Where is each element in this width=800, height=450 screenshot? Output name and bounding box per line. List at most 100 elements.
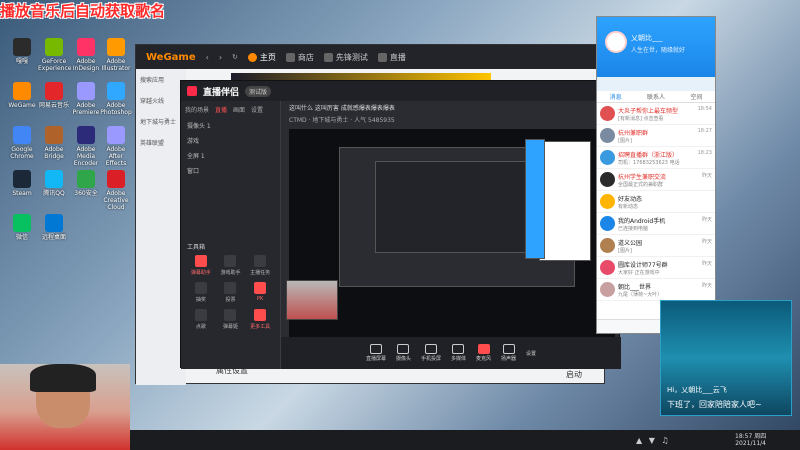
tool-button[interactable]: 更多工具: [246, 309, 274, 330]
desktop-icon-label: Adobe InDesign: [72, 58, 100, 72]
tab-picture[interactable]: 画面: [233, 105, 245, 114]
message-text: 圆库设计师77号群 大家好 正在游戏中: [618, 260, 712, 276]
tool-button[interactable]: 弹幕助手: [187, 255, 215, 276]
live-bar-button[interactable]: 摄像头: [396, 344, 411, 362]
sidebar-item[interactable]: 穿越火线: [136, 90, 186, 111]
scene-item[interactable]: 摄像头 1: [181, 118, 280, 133]
desktop-icon-label: Adobe Bridge: [44, 146, 64, 160]
desktop-icon[interactable]: Adobe Bridge: [38, 126, 70, 160]
tab-live[interactable]: 直播: [215, 105, 227, 114]
live-bar-label: 扬声器: [501, 356, 517, 362]
list-item[interactable]: 招聘直播群（浙江版） 司机：17683253623 电话 18:23: [597, 147, 715, 169]
desktop-icon[interactable]: 腾讯QQ: [38, 170, 70, 197]
avatar: [600, 216, 615, 231]
tool-label: 更多工具: [250, 324, 271, 330]
live-bar-label: 多媒体: [450, 356, 466, 362]
desktop-icon[interactable]: Adobe Illustrator: [100, 38, 132, 72]
notification-greeting: Hi，乂朝比___云飞: [667, 386, 727, 394]
message-time: 昨天: [701, 261, 712, 267]
desktop-icon[interactable]: GeForce Experience: [38, 38, 72, 72]
tool-button[interactable]: 游戏助手: [217, 255, 245, 276]
desktop-icon[interactable]: Adobe Media Encoder: [70, 126, 102, 167]
live-bar-button[interactable]: 手机投屏: [421, 344, 441, 362]
list-item[interactable]: 我的Android手机 已连接到电脑 昨天: [597, 213, 715, 235]
qq-search-input[interactable]: [597, 77, 715, 91]
live-bar-button[interactable]: 麦克风: [476, 344, 491, 362]
tool-label: PK: [257, 296, 264, 302]
settings-button[interactable]: 设置: [526, 350, 536, 357]
desktop-icon-label: GeForce Experience: [38, 58, 72, 72]
list-item[interactable]: 朝比___世界 九尾（薄荷~大叶） 昨天: [597, 279, 715, 301]
live-bar-button[interactable]: 多媒体: [451, 344, 466, 362]
message-time: 昨天: [701, 283, 712, 289]
desktop-icon-label: 远程桌面: [41, 234, 66, 241]
clock[interactable]: 18:57 周四 2021/11/4: [735, 433, 766, 447]
tool-button[interactable]: PK: [246, 282, 274, 303]
notification-popup[interactable]: Hi，乂朝比___云飞 下班了，回家陪陪家人吧~: [660, 300, 792, 416]
live-bar-icon: [424, 344, 437, 354]
desktop-icon-label: 网易云音乐: [38, 102, 69, 109]
tab-contacts[interactable]: 联系人: [647, 92, 665, 101]
tray-icons[interactable]: ▲ ▼ ♫: [636, 436, 671, 445]
list-item[interactable]: 好友动态 有新动态: [597, 191, 715, 213]
sidebar-item[interactable]: 英雄联盟: [136, 132, 186, 153]
list-item[interactable]: 圆库设计师77号群 大家好 正在游戏中 昨天: [597, 257, 715, 279]
launch-button[interactable]: 启动: [566, 369, 582, 380]
avatar: [600, 150, 615, 165]
back-icon[interactable]: ‹: [206, 53, 209, 62]
tool-button[interactable]: 弹幕姬: [217, 309, 245, 330]
message-preview: 九尾（薄荷~大叶）: [618, 291, 663, 298]
tab-pioneer[interactable]: 先锋测试: [323, 52, 368, 63]
tab-space[interactable]: 空间: [690, 92, 702, 101]
desktop-icon-label: Adobe Photoshop: [100, 102, 132, 116]
tab-store[interactable]: 商店: [285, 52, 314, 63]
list-item[interactable]: 大炎子帮你上最车频型 [有新消息] 点击查看 18:54: [597, 103, 715, 125]
live-bar-icon: [397, 344, 410, 354]
clock-date: 2021/11/4: [735, 440, 766, 447]
desktop-icon[interactable]: 远程桌面: [38, 214, 70, 241]
list-item[interactable]: 杭州学生兼职交流 全国最正式的兼职群 昨天: [597, 169, 715, 191]
list-item[interactable]: 道义公园 [图片] 昨天: [597, 235, 715, 257]
scene-item[interactable]: 全屏 1: [181, 148, 280, 163]
live-logo: 直播伴侣: [203, 87, 240, 98]
app-icon: [77, 170, 95, 188]
tab-messages[interactable]: 消息: [610, 92, 622, 101]
tab-settings[interactable]: 设置: [251, 105, 263, 114]
qq-signature[interactable]: 人生在世，随缘就好: [631, 45, 685, 54]
forward-icon[interactable]: ›: [219, 53, 222, 62]
scene-item[interactable]: 游戏: [181, 133, 280, 148]
desktop-icon[interactable]: 嘎嘎: [6, 38, 38, 65]
desktop-icon-label: Google Chrome: [10, 146, 34, 160]
app-icon: [45, 170, 63, 188]
avatar[interactable]: [605, 31, 627, 53]
desktop-icon[interactable]: Adobe Premiere: [70, 82, 102, 116]
desktop-icon[interactable]: 网易云音乐: [38, 82, 70, 109]
desktop-icon[interactable]: Adobe InDesign: [70, 38, 102, 72]
desktop-icon[interactable]: Adobe Photoshop: [100, 82, 132, 116]
list-item[interactable]: 杭州兼职群 [图片] 18:27: [597, 125, 715, 147]
sidebar-item[interactable]: 地下城与勇士: [136, 111, 186, 132]
desktop-icon[interactable]: 微信: [6, 214, 38, 241]
sidebar-item[interactable]: 搜索应用: [136, 69, 186, 90]
desktop-icon[interactable]: Adobe After Effects: [100, 126, 132, 167]
desktop-icon[interactable]: 360安全: [70, 170, 102, 197]
tool-icon: [254, 309, 267, 321]
tool-button[interactable]: 抽奖: [187, 282, 215, 303]
live-bar-button[interactable]: 扬声器: [501, 344, 516, 362]
scene-item[interactable]: 窗口: [181, 163, 280, 178]
desktop-icon[interactable]: WeGame: [6, 82, 38, 109]
tool-button[interactable]: 投票: [217, 282, 245, 303]
tool-button[interactable]: 点歌: [187, 309, 215, 330]
live-bar-button[interactable]: 直播屏幕: [366, 344, 386, 362]
tab-scenes[interactable]: 我的场景: [185, 105, 209, 114]
desktop-icon[interactable]: Steam: [6, 170, 38, 197]
desktop-icon[interactable]: Google Chrome: [6, 126, 38, 160]
qq-nickname: 乂朝比___: [631, 34, 663, 42]
refresh-icon[interactable]: ↻: [232, 53, 238, 61]
tab-home[interactable]: 主页: [247, 52, 276, 63]
tab-live[interactable]: 直播: [377, 52, 406, 63]
desktop-icon[interactable]: Adobe Creative Cloud: [100, 170, 132, 211]
contact-name: 我的Android手机: [618, 217, 666, 225]
tool-button[interactable]: 主播任务: [246, 255, 274, 276]
app-icon: [13, 170, 31, 188]
